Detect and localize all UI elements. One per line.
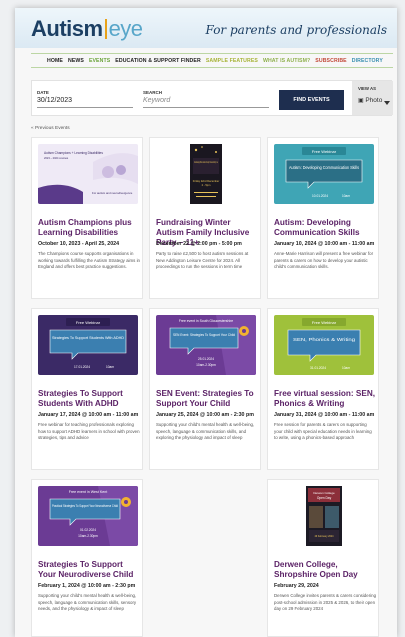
event-image: Free Webinar Autism: Developing Communic… xyxy=(274,144,374,204)
thumb-line-3: 31.01.2024 xyxy=(310,366,326,370)
event-image: Free Webinar Strategies To Support Stude… xyxy=(38,315,138,375)
event-description: Anne-Marie Harrison will present a free … xyxy=(274,251,374,270)
thumb-line-4: 10am xyxy=(342,194,350,198)
event-description: Supporting your child's mental health & … xyxy=(156,422,255,441)
thumb-line-1: Free Webinar xyxy=(312,149,337,154)
thumb-line-3: 10.01.2024 xyxy=(312,194,328,198)
view-as-label: VIEW AS xyxy=(358,86,376,91)
event-title[interactable]: Derwen College, Shropshire Open Day xyxy=(274,560,378,580)
event-date: January 17, 2024 @ 10:00 am - 11:00 am xyxy=(38,412,139,418)
thumb-line-1: Autism Champions + Learning Disabilities xyxy=(44,151,103,155)
previous-events-link[interactable]: « Previous Events xyxy=(31,126,70,131)
event-image: Free event in West Kent Practical Strate… xyxy=(38,486,138,546)
event-title[interactable]: Strategies To Support Your Neurodiverse … xyxy=(38,560,142,580)
thumb-line-2: Autism: Developing Communication Skills xyxy=(289,165,359,170)
chevron-down-icon xyxy=(384,101,390,105)
site-tagline: For parents and professionals xyxy=(205,23,387,37)
nav-events[interactable]: EVENTS xyxy=(89,58,110,64)
event-title[interactable]: Free virtual session: SEN, Phonics & Wri… xyxy=(274,389,378,409)
event-title[interactable]: SEN Event: Strategies To Support Your Ch… xyxy=(156,389,260,409)
event-title[interactable]: Autism Champions plus Learning Disabilit… xyxy=(38,218,142,238)
search-label: SEARCH xyxy=(143,90,163,95)
event-card[interactable]: Free Webinar Autism: Developing Communic… xyxy=(267,137,379,299)
thumb-line-4: 10am-2.30pm xyxy=(78,534,98,538)
thumb-line-3: 2 - 5pm xyxy=(202,183,211,187)
event-description: The Champions course supports organisati… xyxy=(38,251,141,270)
event-description: Supporting your child's mental health & … xyxy=(38,593,137,612)
event-card[interactable]: Derwen College Open Day 29 February 2024… xyxy=(267,479,379,637)
event-description: Free webinar for teaching professionals … xyxy=(38,422,140,441)
event-card[interactable]: Free Webinar SEN, Phonics & Writing 31.0… xyxy=(267,308,379,470)
thumb-line-1: Free event in South Gloucestershire xyxy=(179,319,233,323)
logo-autism: Autism xyxy=(31,16,103,41)
event-date: January 31, 2024 @ 10:00 am - 11:00 am xyxy=(274,412,375,418)
event-date: February 29, 2024 xyxy=(274,583,319,589)
thumb-line-2: Open Day xyxy=(317,496,332,500)
event-filters: DATE 30/12/2023 SEARCH Keyword FIND EVEN… xyxy=(31,80,393,116)
view-as-value: ▣ Photo xyxy=(358,97,382,104)
event-card[interactable]: Free Webinar Strategies To Support Stude… xyxy=(31,308,143,470)
thumb-line-1: Free Webinar xyxy=(76,320,101,325)
nav-subscribe[interactable]: SUBSCRIBE xyxy=(315,58,346,64)
thumb-line-1: Derwen College xyxy=(313,491,335,495)
thumb-line-1: Fundraising Winter Autism Family Inclusi… xyxy=(194,160,218,164)
search-input[interactable]: Keyword xyxy=(143,97,269,108)
event-description: Party to raise £2,500 to host autism ses… xyxy=(156,251,249,270)
thumb-line-3: 25.01.2024 xyxy=(198,357,214,361)
thumb-line-1: Free Webinar xyxy=(312,320,337,325)
event-date: February 1, 2024 @ 10:00 am - 2:30 pm xyxy=(38,583,136,589)
event-date: January 25, 2024 @ 10:00 am - 2:30 pm xyxy=(156,412,254,418)
thumb-line-4: 10am-2.30pm xyxy=(196,363,216,367)
event-title[interactable]: Strategies To Support Students With ADHD xyxy=(38,389,142,409)
thumb-line-2: SEN, Phonics & Writing xyxy=(293,337,356,342)
event-image: Autism Champions + Learning Disabilities… xyxy=(38,144,138,204)
page: Autism eye For parents and professionals … xyxy=(15,8,397,637)
nav-directory[interactable]: DIRECTORY xyxy=(352,58,383,64)
thumb-line-3: For autism and neurodivergence xyxy=(92,191,133,195)
main-nav: HOME NEWS EVENTS EDUCATION & SUPPORT FIN… xyxy=(31,53,393,68)
thumb-line-2: Strategies To Support Students With ADHD xyxy=(52,335,124,340)
site-logo[interactable]: Autism eye xyxy=(31,16,143,42)
logo-divider xyxy=(104,19,107,39)
event-image: Fundraising Winter Autism Family Inclusi… xyxy=(156,144,256,204)
view-as-select[interactable]: VIEW AS ▣ Photo xyxy=(352,81,393,115)
event-title[interactable]: Autism: Developing Communication Skills xyxy=(274,218,378,238)
event-image: Free Webinar SEN, Phonics & Writing 31.0… xyxy=(274,315,374,375)
thumb-line-1: Free event in West Kent xyxy=(69,490,108,494)
thumb-line-2: 2023 – 2024 courses xyxy=(44,156,69,160)
thumb-line-2: Practical Strategies To Support Your Neu… xyxy=(52,504,118,508)
view-as-value-text: Photo xyxy=(365,97,383,104)
event-date: January 10, 2024 @ 10:00 am - 11:00 am xyxy=(274,241,375,247)
event-card[interactable]: Free event in West Kent Practical Strate… xyxy=(31,479,143,637)
find-events-button[interactable]: FIND EVENTS xyxy=(279,90,344,110)
event-card[interactable]: Autism Champions + Learning Disabilities… xyxy=(31,137,143,299)
thumb-line-3: 29 February 2024 xyxy=(315,535,335,538)
nav-home[interactable]: HOME xyxy=(47,58,63,64)
thumb-line-3: 17.01.2024 xyxy=(74,365,90,369)
nav-news[interactable]: NEWS xyxy=(68,58,84,64)
event-description: Derwen College invites parents & carers … xyxy=(274,593,377,612)
thumb-line-4: 10am xyxy=(106,365,114,369)
nav-what-is-autism[interactable]: WHAT IS AUTISM? xyxy=(263,58,310,64)
masthead: Autism eye For parents and professionals xyxy=(15,8,397,48)
nav-education-finder[interactable]: EDUCATION & SUPPORT FINDER xyxy=(115,58,201,64)
event-date: December 22 @ 2:00 pm - 5:00 pm xyxy=(156,241,242,247)
logo-eye: eye xyxy=(108,16,143,41)
thumb-line-3: 01.02.2024 xyxy=(80,528,96,532)
event-date: October 10, 2023 - April 25, 2024 xyxy=(38,241,120,247)
event-image: Derwen College Open Day 29 February 2024 xyxy=(274,486,374,546)
thumb-line-4: 10am xyxy=(342,366,350,370)
nav-sample-features[interactable]: SAMPLE FEATURES xyxy=(206,58,258,64)
date-label: DATE xyxy=(37,90,49,95)
event-card[interactable]: Fundraising Winter Autism Family Inclusi… xyxy=(149,137,261,299)
thumb-line-2: Friday 22nd December xyxy=(193,179,220,183)
event-image: Free event in South Gloucestershire SEN … xyxy=(156,315,256,375)
event-card[interactable]: Free event in South Gloucestershire SEN … xyxy=(149,308,261,470)
thumb-line-2: SEN Event: Strategies To Support Your Ch… xyxy=(173,333,235,337)
event-description: Free session for parents & carers on sup… xyxy=(274,422,372,441)
date-field[interactable]: 30/12/2023 xyxy=(37,97,133,108)
